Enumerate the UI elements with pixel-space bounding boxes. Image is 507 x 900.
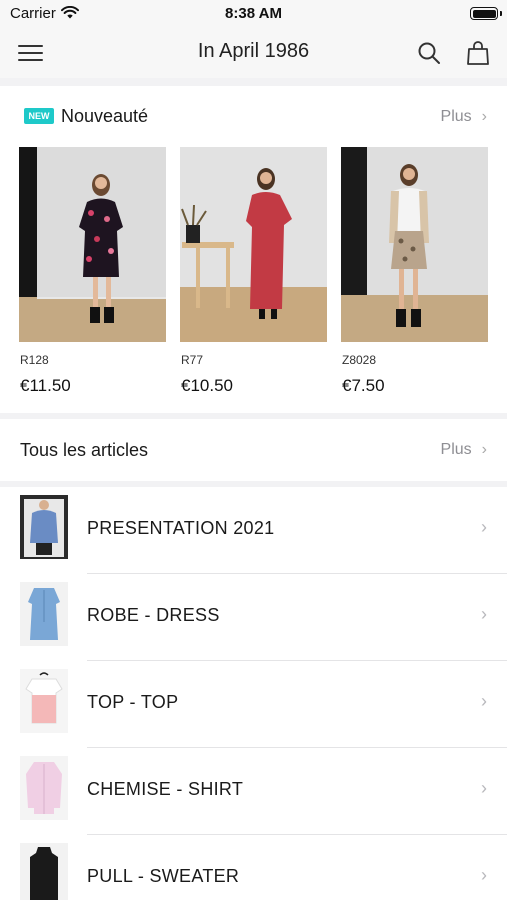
list-item[interactable]: CHEMISE - SHIRT ›: [0, 748, 507, 835]
list-item[interactable]: PRESENTATION 2021 ›: [0, 487, 507, 574]
all-articles-section: Tous les articles Plus ›: [0, 419, 507, 481]
list-item[interactable]: ROBE - DRESS ›: [0, 574, 507, 661]
chevron-right-icon: ›: [481, 691, 487, 711]
nav-bar: In April 1986: [0, 28, 507, 78]
category-label: PULL - SWEATER: [87, 866, 240, 886]
chevron-right-icon: ›: [481, 604, 487, 624]
chevron-right-icon: ›: [481, 441, 487, 458]
product-code: R128: [20, 353, 49, 367]
all-articles-more-link[interactable]: Plus ›: [441, 441, 487, 459]
new-badge: NEW: [24, 108, 54, 124]
product-price: €10.50: [181, 376, 233, 395]
category-thumbnail: [20, 495, 68, 559]
category-thumbnail: [20, 756, 68, 820]
product-price: €11.50: [20, 376, 71, 395]
category-label: PRESENTATION 2021: [87, 518, 275, 538]
status-bar: Carrier 8:38 AM: [0, 0, 507, 28]
category-label: TOP - TOP: [87, 692, 179, 712]
more-link-label: Plus: [440, 108, 472, 125]
chevron-right-icon: ›: [481, 865, 487, 885]
category-label: CHEMISE - SHIRT: [87, 779, 244, 799]
battery-icon: [470, 7, 498, 20]
product-price: €7.50: [342, 376, 385, 395]
category-thumbnail: [20, 669, 68, 733]
search-icon[interactable]: [417, 41, 441, 65]
new-arrivals-title: Nouveauté: [61, 106, 149, 126]
product-image: [19, 147, 166, 342]
shopping-bag-icon[interactable]: [466, 40, 490, 66]
product-image: [341, 147, 488, 342]
category-list: PRESENTATION 2021 › ROBE - DRESS › TOP -…: [0, 487, 507, 900]
more-link-label: Plus: [440, 441, 472, 458]
battery-tip: [500, 11, 502, 16]
product-card[interactable]: Z8028 €7.50: [341, 147, 488, 407]
list-item[interactable]: TOP - TOP ›: [0, 661, 507, 748]
product-code: R77: [181, 353, 204, 367]
list-item[interactable]: PULL - SWEATER ›: [0, 835, 507, 900]
product-card[interactable]: R77 €10.50: [180, 147, 327, 407]
category-thumbnail: [20, 843, 68, 900]
new-arrivals-more-link[interactable]: Plus ›: [441, 108, 487, 126]
category-thumbnail: [20, 582, 68, 646]
chevron-right-icon: ›: [481, 517, 487, 537]
category-label: ROBE - DRESS: [87, 605, 220, 625]
product-image: [180, 147, 327, 342]
chevron-right-icon: ›: [481, 778, 487, 798]
chevron-right-icon: ›: [481, 108, 487, 125]
status-time: 8:38 AM: [225, 5, 282, 22]
product-card[interactable]: R128 €11.50: [19, 147, 166, 407]
product-code: Z8028: [342, 353, 377, 367]
all-articles-title: Tous les articles: [20, 440, 149, 460]
